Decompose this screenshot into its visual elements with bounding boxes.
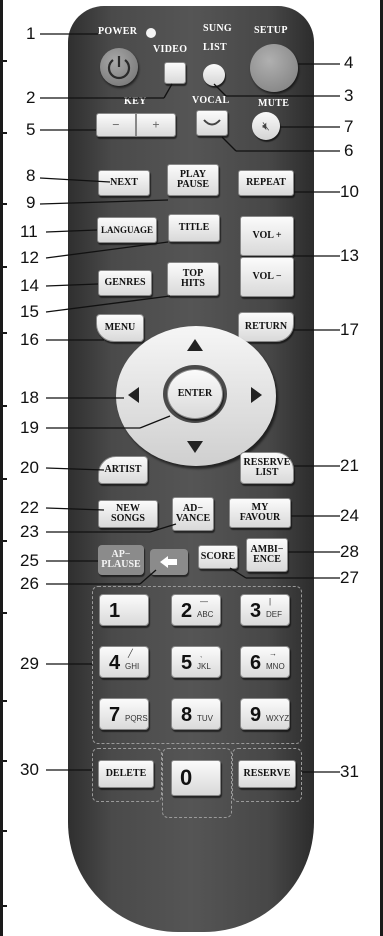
callout-23: 23	[20, 522, 39, 541]
callout-16: 16	[20, 330, 39, 349]
callout-26: 26	[20, 574, 39, 593]
callout-6: 6	[344, 141, 354, 160]
callout-18: 18	[20, 388, 39, 407]
callout-12: 12	[20, 248, 39, 267]
callout-22: 22	[20, 498, 39, 517]
callout-1: 1	[26, 24, 36, 43]
callout-28: 28	[340, 542, 359, 561]
callout-8: 8	[26, 166, 36, 185]
callout-20: 20	[20, 458, 39, 477]
callout-14: 14	[20, 276, 39, 295]
callout-21: 21	[340, 456, 359, 475]
callout-27: 27	[340, 568, 359, 587]
callout-3: 3	[344, 86, 354, 105]
callout-29: 29	[20, 654, 39, 673]
callout-5: 5	[26, 120, 36, 139]
callout-13: 13	[340, 246, 359, 265]
callout-30: 30	[20, 760, 39, 779]
callout-10: 10	[340, 182, 359, 201]
callout-4: 4	[344, 53, 354, 72]
callout-19: 19	[20, 418, 39, 437]
leader-lines	[39, 33, 340, 773]
callout-25: 25	[20, 551, 39, 570]
callout-24: 24	[340, 506, 359, 525]
callout-31: 31	[340, 762, 359, 781]
callout-9: 9	[26, 193, 36, 212]
callout-11: 11	[20, 222, 38, 241]
callout-15: 15	[20, 302, 39, 321]
callout-2: 2	[26, 88, 36, 107]
callout-7: 7	[344, 117, 354, 136]
callout-17: 17	[340, 320, 359, 339]
